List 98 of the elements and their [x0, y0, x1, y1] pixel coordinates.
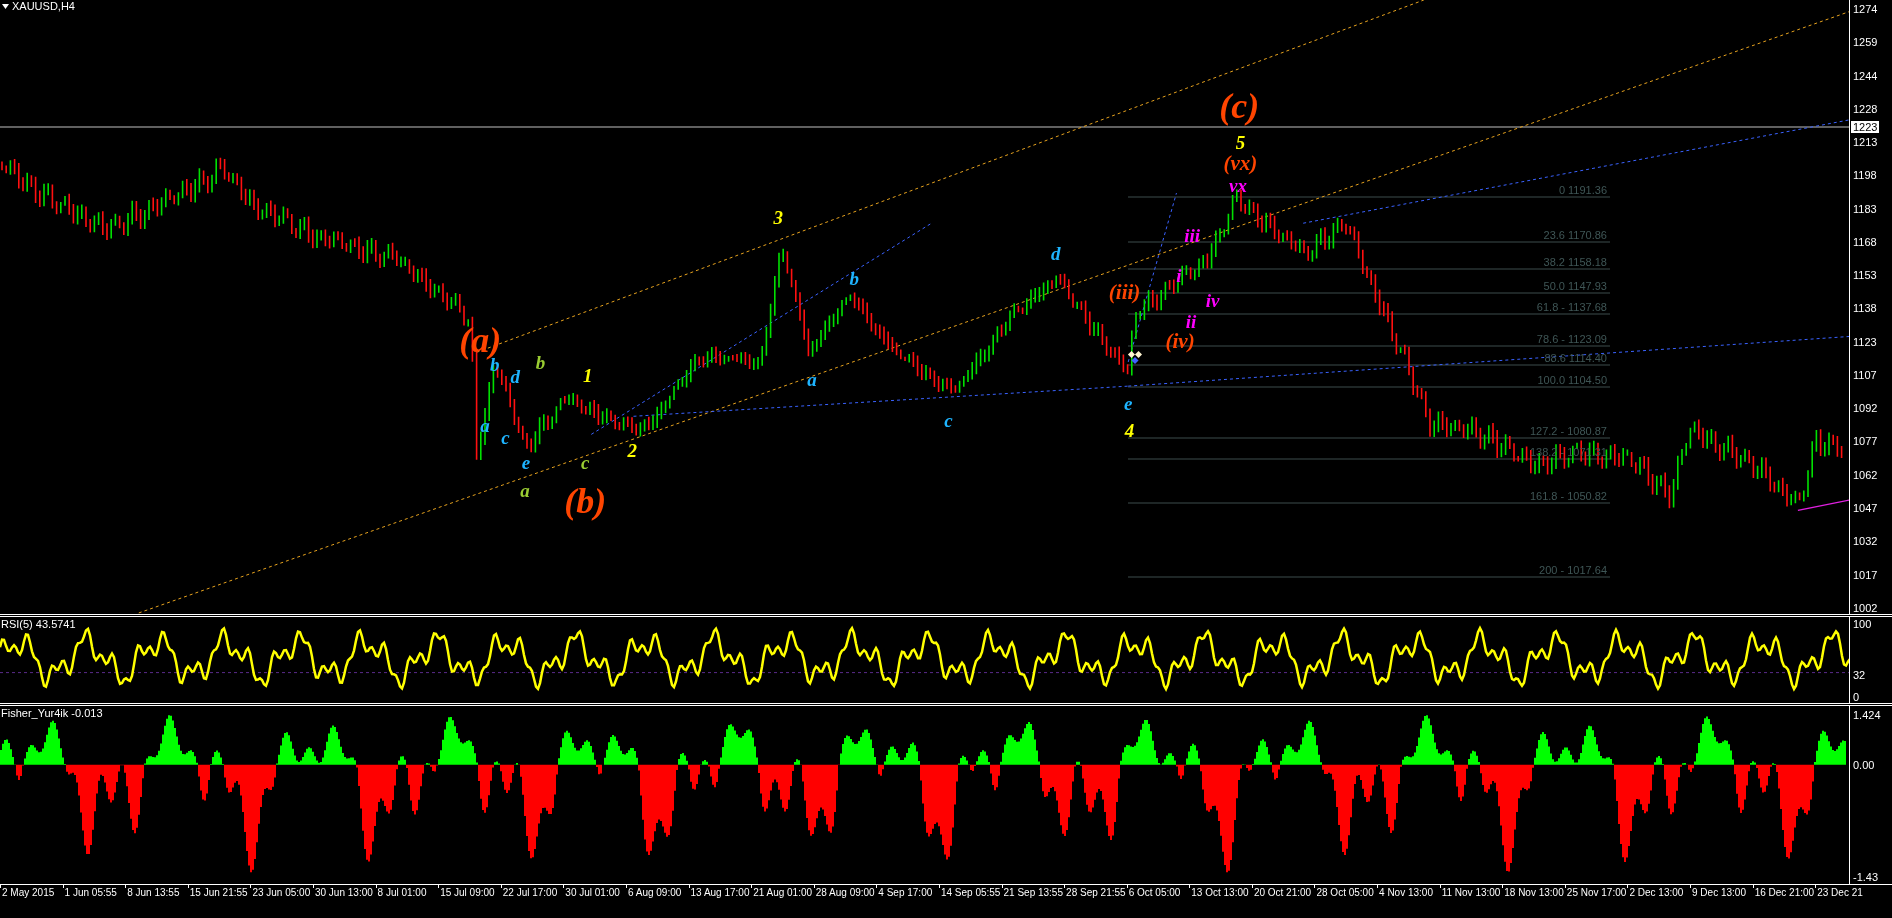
time-axis-label: 15 Jul 09:00 [440, 887, 495, 899]
fib-level-label: 127.2 - 1080.87 [1529, 425, 1607, 437]
time-axis-label: 8 Jul 01:00 [377, 887, 427, 899]
price-axis-label: 1077 [1853, 435, 1879, 448]
price-axis-label: 1062 [1853, 468, 1879, 481]
time-axis-label: 23 Dec 21 [1817, 887, 1863, 899]
time-axis-label: 28 Aug 09:00 [815, 887, 875, 899]
wave-label: (b) [564, 482, 607, 519]
time-axis-label: 14 Sep 05:55 [940, 887, 1001, 899]
chart-symbol: XAUUSD,H4 [12, 0, 75, 12]
fib-level-label: 200 - 1017.64 [1539, 564, 1607, 576]
wave-label: e [1123, 393, 1133, 413]
time-axis-label: 28 Oct 05:00 [1316, 887, 1374, 899]
price-axis-label: 1244 [1853, 69, 1879, 82]
wave-label: ii [1185, 311, 1197, 331]
fib-level-label: 88.6 1114.40 [1544, 352, 1607, 364]
wave-label: (c) [1219, 88, 1260, 125]
time-axis-label: 13 Aug 17:00 [690, 887, 750, 899]
time-axis-label: 1 Jun 05:55 [64, 887, 117, 899]
price-axis-label: 1228 [1853, 102, 1879, 115]
indicator-axis-label: 0.00 [1853, 758, 1875, 771]
time-axis-label: 23 Jun 05:00 [252, 887, 311, 899]
time-axis-label: 2 Dec 13:00 [1629, 887, 1684, 899]
time-axis-label: 18 Nov 13:00 [1504, 887, 1564, 899]
price-axis-label: 1259 [1853, 36, 1879, 49]
time-axis-label: 16 Dec 21:00 [1754, 887, 1815, 899]
current-price-label: 1223 [1851, 121, 1880, 133]
fib-level-label: 100.0 1104.50 [1537, 374, 1607, 386]
wave-label: a [807, 369, 817, 389]
time-axis-label: 13 Oct 13:00 [1191, 887, 1249, 899]
time-axis-label: 30 Jun 13:00 [314, 887, 373, 899]
wave-label: c [944, 410, 953, 430]
fib-level-label: 78.6 - 1123.09 [1536, 333, 1607, 345]
price-axis-label: 1168 [1853, 235, 1878, 248]
indicator-title: Fisher_Yur4ik -0.013 [1, 707, 103, 719]
wave-label: b [849, 268, 860, 287]
price-axis-label: 1198 [1853, 169, 1878, 182]
indicator-axis-label: 1.424 [1853, 708, 1881, 721]
move-handle-icon[interactable] [1127, 350, 1143, 365]
indicator-axis-label: 0 [1853, 690, 1860, 703]
fib-level-label: 0 1191.36 [1558, 184, 1607, 196]
wave-label: i [1176, 265, 1182, 285]
time-axis-label: 4 Sep 17:00 [878, 887, 933, 899]
time-axis-label: 30 Jul 01:00 [565, 887, 620, 899]
wave-label: 3 [773, 207, 783, 227]
time-axis-label: 8 Jun 13:55 [127, 887, 180, 899]
wave-label: e [521, 452, 531, 472]
price-axis-label: 1017 [1853, 568, 1879, 581]
price-axis-label: 1274 [1853, 3, 1879, 15]
time-axis-label: 6 Oct 05:00 [1128, 887, 1181, 899]
wave-label: iii [1184, 225, 1201, 245]
wave-label: (iii) [1108, 281, 1141, 303]
wave-label: a [520, 480, 530, 500]
indicator-axis-label: 32 [1853, 669, 1866, 682]
wave-label: (vx) [1223, 152, 1258, 174]
time-axis-label: 6 Aug 09:00 [627, 887, 682, 899]
wave-label: (iv) [1165, 330, 1195, 352]
time-axis-label: 9 Dec 13:00 [1692, 887, 1746, 899]
wave-label: 4 [1124, 420, 1135, 440]
fib-level-label: 61.8 - 1137.68 [1536, 301, 1607, 313]
time-axis-label: 21 Aug 01:00 [753, 887, 813, 899]
wave-label: b [535, 352, 546, 372]
wave-label: c [501, 427, 510, 447]
wave-label: d [1051, 243, 1061, 263]
time-axis-label: 22 Jul 17:00 [502, 887, 558, 899]
price-axis-label: 1032 [1853, 535, 1879, 548]
indicator-axis-label: -1.43 [1853, 870, 1879, 883]
price-axis-label: 1047 [1853, 502, 1879, 514]
fib-level-label: 38.2 1158.18 [1543, 256, 1607, 268]
price-axis-label: 1138 [1853, 302, 1878, 315]
wave-label: 1 [582, 365, 593, 385]
price-axis-label: 1107 [1853, 368, 1878, 381]
wave-label: vx [1229, 175, 1247, 195]
price-axis-label: 1213 [1853, 136, 1879, 149]
time-axis-label: 15 Jun 21:55 [189, 887, 248, 899]
wave-label: 5 [1235, 132, 1246, 152]
wave-label: c [581, 452, 590, 472]
caret-icon[interactable] [2, 3, 9, 9]
fib-level-label: 50.0 1147.93 [1543, 280, 1607, 292]
price-axis-label: 1123 [1853, 335, 1878, 348]
indicator-title: RSI(5) 43.5741 [1, 618, 76, 630]
price-axis-label: 1002 [1853, 601, 1879, 614]
price-axis-label: 1183 [1853, 202, 1878, 215]
time-axis-label: 28 Sep 21:55 [1066, 887, 1126, 899]
time-axis-label: 21 Sep 13:55 [1003, 887, 1063, 899]
wave-label: iv [1205, 290, 1220, 310]
indicator-axis-label: 100 [1853, 617, 1872, 630]
wave-label: d [510, 366, 520, 386]
time-axis-label: 4 Nov 13:00 [1379, 887, 1433, 899]
price-axis-label: 1153 [1853, 269, 1878, 282]
time-axis-label: 2 May 2015 [2, 887, 55, 899]
time-axis-label: 20 Oct 21:00 [1253, 887, 1312, 899]
wave-label: 2 [627, 440, 637, 460]
time-axis-label: 25 Nov 17:00 [1566, 887, 1627, 899]
fib-level-label: 23.6 1170.86 [1543, 229, 1607, 241]
fib-level-label: 161.8 - 1050.82 [1529, 490, 1607, 502]
price-axis-label: 1092 [1853, 402, 1879, 415]
time-axis-label: 11 Nov 13:00 [1441, 887, 1501, 899]
